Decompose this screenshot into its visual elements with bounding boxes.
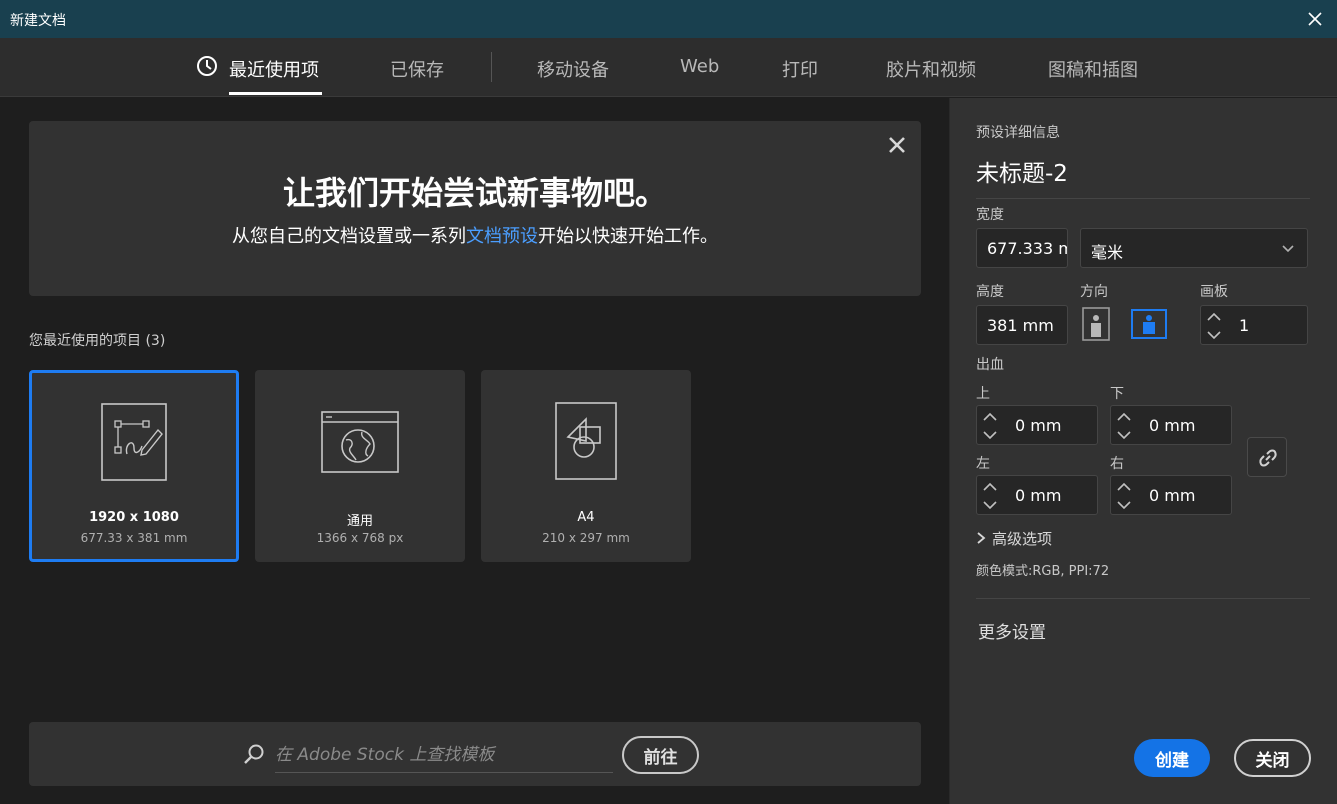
go-button[interactable]: 前往 (622, 736, 699, 774)
artboard-count-value: 1 (1239, 316, 1250, 335)
recent-item-name: 通用 (346, 514, 373, 529)
web-globe-icon (321, 411, 399, 473)
artboard-label: 画板 (1200, 284, 1228, 300)
bleed-left-stepper[interactable]: 0 mm (976, 475, 1098, 515)
document-name[interactable]: 未标题-2 (976, 154, 1310, 199)
chevron-right-icon (977, 532, 986, 544)
clock-icon (197, 56, 217, 76)
bleed-bottom-label: 下 (1110, 386, 1124, 402)
search-icon (244, 744, 264, 764)
tab-web[interactable]: Web (680, 56, 719, 77)
width-field[interactable]: 677.333 mm (976, 228, 1068, 268)
stock-search-input[interactable] (275, 737, 613, 773)
panel-divider (976, 598, 1310, 599)
bleed-top-label: 上 (976, 386, 990, 402)
welcome-banner: 让我们开始尝试新事物吧。 从您自己的文档设置或一系列文档预设开始以快速开始工作。 (29, 121, 921, 296)
banner-text-after: 开始以快速开始工作。 (538, 226, 718, 247)
height-field[interactable]: 381 mm (976, 305, 1068, 345)
link-icon (1259, 449, 1277, 467)
unit-value: 毫米 (1091, 243, 1124, 262)
bleed-top-stepper[interactable]: 0 mm (976, 405, 1098, 445)
bleed-right-value: 0 mm (1149, 486, 1196, 505)
artboard-count-stepper[interactable]: 1 (1200, 305, 1308, 345)
stepper-arrows-icon[interactable] (1115, 410, 1133, 442)
width-value: 677.333 mm (987, 239, 1067, 258)
recent-item-card[interactable]: 1920 x 1080 677.33 x 381 mm (29, 370, 239, 562)
presets-link[interactable]: 文档预设 (466, 226, 538, 247)
tab-art-illustration[interactable]: 图稿和插图 (1048, 56, 1138, 82)
recent-item-size: 210 x 297 mm (542, 531, 630, 545)
close-button[interactable]: 关闭 (1234, 739, 1311, 777)
height-value: 381 mm (987, 316, 1054, 335)
recent-item-name: 1920 x 1080 (89, 510, 179, 525)
color-mode-info: 颜色模式:RGB, PPI:72 (976, 564, 1110, 579)
bleed-top-value: 0 mm (1015, 416, 1062, 435)
bleed-left-label: 左 (976, 456, 990, 472)
title-bar: 新建文档 (0, 0, 1337, 38)
category-tabs: 最近使用项 已保存 移动设备 Web 打印 胶片和视频 图稿和插图 (0, 38, 1337, 97)
stepper-arrows-icon[interactable] (1205, 310, 1223, 342)
link-bleed-button[interactable] (1247, 437, 1287, 477)
banner-text: 从您自己的文档设置或一系列文档预设开始以快速开始工作。 (29, 222, 921, 248)
width-label: 宽度 (976, 207, 1004, 223)
recent-item-size: 1366 x 768 px (316, 531, 404, 545)
banner-heading: 让我们开始尝试新事物吧。 (282, 174, 667, 212)
more-settings-link[interactable]: 更多设置 (978, 618, 1046, 643)
tab-print[interactable]: 打印 (782, 56, 818, 82)
window-title: 新建文档 (10, 13, 66, 29)
bleed-right-stepper[interactable]: 0 mm (1110, 475, 1232, 515)
window-close-icon[interactable] (1307, 11, 1323, 27)
height-label: 高度 (976, 284, 1004, 300)
tab-film-video[interactable]: 胶片和视频 (886, 56, 976, 82)
recent-item-card[interactable]: A4 210 x 297 mm (481, 370, 691, 562)
tab-saved[interactable]: 已保存 (390, 56, 444, 82)
advanced-options-label: 高级选项 (992, 530, 1053, 548)
bleed-bottom-value: 0 mm (1149, 416, 1196, 435)
recent-label-text: 您最近使用的项目 (29, 333, 141, 349)
tab-recent[interactable]: 最近使用项 (229, 56, 319, 82)
bleed-right-label: 右 (1110, 456, 1124, 472)
preset-section-label: 预设详细信息 (976, 125, 1060, 141)
banner-text-before: 从您自己的文档设置或一系列 (232, 226, 466, 247)
bleed-label: 出血 (976, 357, 1004, 373)
artboard-pen-icon (101, 403, 167, 481)
landscape-orientation-icon[interactable] (1131, 309, 1167, 339)
recent-items-label: 您最近使用的项目 (3) (29, 330, 165, 350)
banner-close-icon[interactable] (887, 135, 907, 155)
print-shapes-icon (555, 402, 617, 480)
unit-select[interactable]: 毫米 (1080, 228, 1308, 268)
active-tab-indicator (229, 92, 322, 95)
stepper-arrows-icon[interactable] (1115, 480, 1133, 512)
chevron-down-icon (1282, 245, 1294, 253)
recent-item-card[interactable]: 通用 1366 x 768 px (255, 370, 465, 562)
orientation-label: 方向 (1080, 284, 1108, 300)
stepper-arrows-icon[interactable] (981, 480, 999, 512)
stepper-arrows-icon[interactable] (981, 410, 999, 442)
create-button[interactable]: 创建 (1134, 739, 1210, 777)
tab-mobile[interactable]: 移动设备 (537, 56, 609, 82)
recent-item-size: 677.33 x 381 mm (80, 531, 188, 545)
bleed-left-value: 0 mm (1015, 486, 1062, 505)
bleed-bottom-stepper[interactable]: 0 mm (1110, 405, 1232, 445)
stock-search-bar: 前往 (29, 722, 921, 786)
recent-count: (3) (145, 333, 166, 349)
recent-item-name: A4 (577, 510, 595, 525)
tab-divider (491, 52, 492, 82)
main-area: 让我们开始尝试新事物吧。 从您自己的文档设置或一系列文档预设开始以快速开始工作。… (0, 98, 948, 804)
portrait-orientation-icon[interactable] (1082, 307, 1110, 341)
preset-details-panel: 预设详细信息 未标题-2 宽度 677.333 mm 毫米 高度 方向 画板 3… (949, 98, 1337, 804)
